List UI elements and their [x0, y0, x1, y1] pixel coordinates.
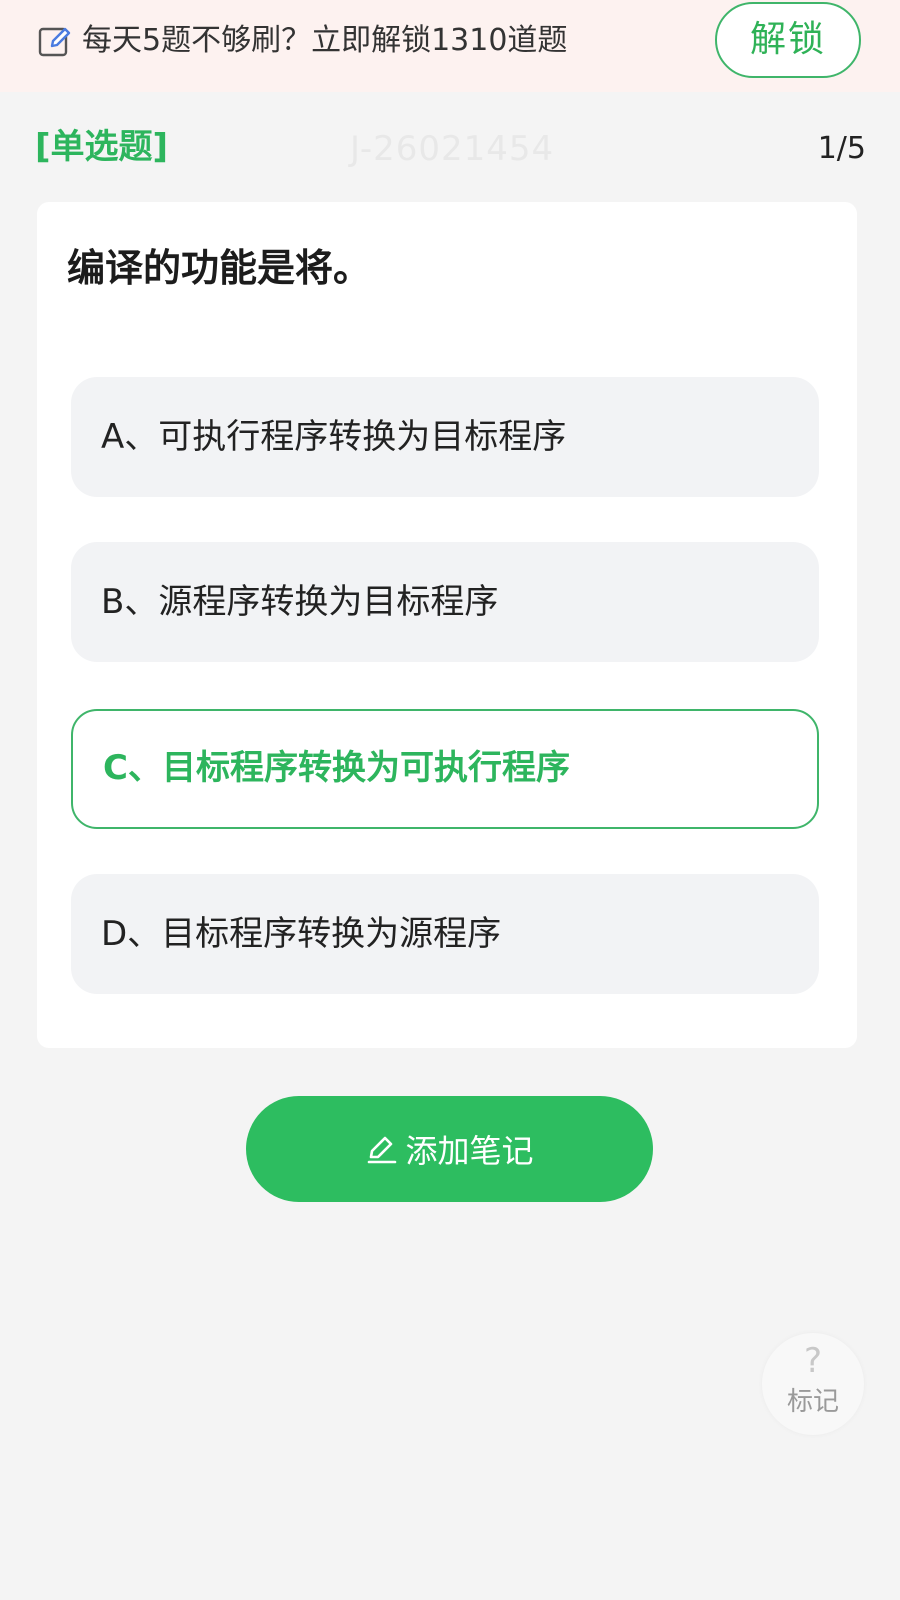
option-c[interactable]: C、目标程序转换为可执行程序 — [71, 709, 819, 829]
question-type-label: [单选题] — [35, 127, 169, 167]
pen-icon — [368, 1136, 397, 1164]
add-note-button[interactable]: 添加笔记 — [246, 1096, 653, 1202]
unlock-banner: 每天5题不够刷？立即解锁1310道题 解锁 — [0, 0, 900, 92]
unlock-button[interactable]: 解锁 — [715, 2, 861, 78]
option-d[interactable]: D、目标程序转换为源程序 — [71, 874, 819, 994]
edit-icon — [38, 27, 71, 57]
mark-button[interactable]: ? 标记 — [762, 1333, 864, 1435]
question-stem: 编译的功能是将。 — [67, 246, 372, 290]
option-a[interactable]: A、可执行程序转换为目标程序 — [71, 377, 819, 497]
add-note-label: 添加笔记 — [405, 1132, 534, 1170]
question-progress: 1/5 — [817, 131, 866, 166]
banner-message: 每天5题不够刷？立即解锁1310道题 — [82, 23, 568, 58]
question-id-watermark: J-26021454 — [350, 129, 555, 169]
mark-label: 标记 — [786, 1387, 839, 1417]
question-card: 编译的功能是将。 A、可执行程序转换为目标程序 B、源程序转换为目标程序 C、目… — [37, 202, 857, 1048]
question-mark-icon: ? — [803, 1341, 823, 1381]
option-b[interactable]: B、源程序转换为目标程序 — [71, 542, 819, 662]
